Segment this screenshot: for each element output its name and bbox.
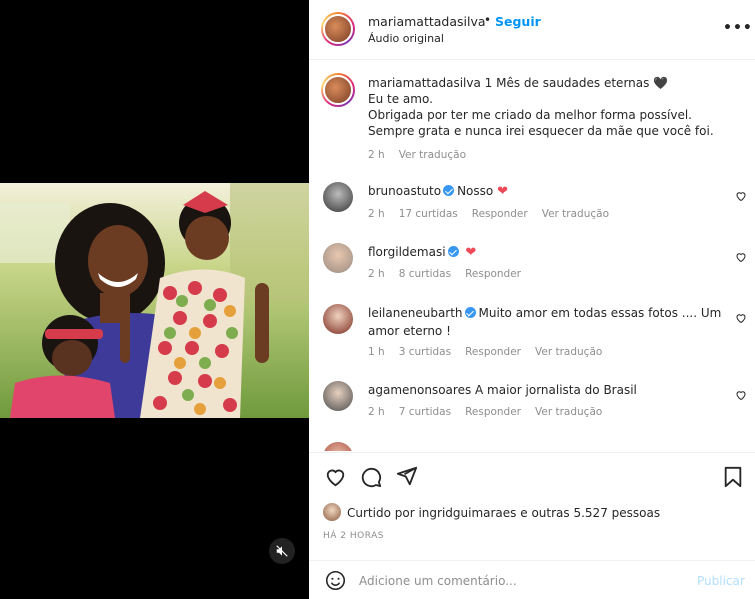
separator-dot: • (484, 13, 492, 27)
follow-button[interactable]: Seguir (495, 14, 541, 29)
commenter-avatar[interactable] (323, 442, 353, 451)
share-send-icon[interactable] (396, 465, 418, 487)
caption-line: Sempre grata e nunca irei esquecer da mã… (368, 124, 714, 138)
save-bookmark-icon[interactable] (723, 466, 743, 488)
commenter-avatar[interactable] (323, 182, 353, 212)
like-comment-heart-icon[interactable] (735, 389, 747, 401)
reply-button[interactable]: Responder (465, 406, 521, 418)
comment-time[interactable]: 2 h (368, 268, 385, 280)
comment-time[interactable]: 2 h (368, 406, 385, 418)
reply-button[interactable]: Responder (465, 346, 521, 358)
red-heart-icon: ❤ (465, 245, 477, 260)
caption-time[interactable]: 2 h (368, 149, 385, 161)
publish-button[interactable]: Publicar (697, 574, 745, 588)
caption-text: mariamattadasilva 1 Mês de saudades eter… (368, 75, 728, 163)
author-avatar[interactable] (321, 12, 355, 46)
add-comment-bar: Publicar (309, 560, 755, 599)
comment-meta: 2 h 8 curtidas Responder (368, 268, 535, 280)
verified-badge-icon (443, 185, 455, 196)
caption-meta: 2 h Ver tradução (368, 147, 728, 163)
likes-summary: Curtido por ingridguimaraes e outras 5.5… (323, 503, 660, 521)
comment-meta: 2 h 17 curtidas Responder Ver tradução (368, 208, 623, 220)
comment-bubble-icon[interactable] (360, 466, 382, 488)
comment-text: A maior jornalista do Brasil (475, 383, 637, 397)
liker-avatar[interactable] (323, 503, 341, 521)
comment-body: florgildemasi ❤ (368, 243, 728, 262)
reply-button[interactable]: Responder (472, 208, 528, 220)
verified-badge-icon (447, 246, 459, 257)
comment-body: leilaneneubarth Muito amor em todas essas… (368, 304, 728, 340)
emoji-icon[interactable] (325, 570, 346, 591)
comment-body: brunoastuto Nosso ❤ (368, 182, 728, 201)
reply-button[interactable]: Responder (465, 268, 521, 280)
caption-line: 1 Mês de saudades eternas 🖤 (484, 76, 669, 90)
more-options-icon[interactable]: ••• (723, 20, 753, 36)
comment-input[interactable] (359, 570, 689, 592)
caption-username[interactable]: mariamattadasilva (368, 76, 481, 90)
comment-username[interactable]: leilaneneubarth (368, 306, 463, 320)
comment-body: agamenonsoares A maior jornalista do Bra… (368, 381, 728, 399)
red-heart-icon: ❤ (497, 184, 508, 199)
comment-likes-count[interactable]: 17 curtidas (399, 208, 458, 220)
author-username[interactable]: mariamattadasilva (368, 14, 486, 29)
comment-text: Nosso (457, 184, 494, 198)
media-panel (0, 0, 309, 599)
comment-username[interactable]: agamenonsoares (368, 383, 471, 397)
audio-label[interactable]: Áudio original (368, 32, 444, 45)
see-translation-button[interactable]: Ver tradução (399, 149, 466, 161)
see-translation-button[interactable]: Ver tradução (535, 346, 602, 358)
comment-likes-count[interactable]: 7 curtidas (399, 406, 451, 418)
verified-badge-icon (464, 307, 476, 318)
comment-username[interactable]: florgildemasi (368, 245, 446, 259)
comment-meta: 2 h 7 curtidas Responder Ver tradução (368, 406, 616, 418)
like-comment-heart-icon[interactable] (735, 251, 747, 263)
caption-line: Obrigada por ter me criado da melhor for… (368, 108, 692, 122)
likes-connector: e (520, 506, 528, 520)
photo-illustration (0, 183, 309, 418)
comments-list[interactable]: mariamattadasilva 1 Mês de saudades eter… (309, 61, 755, 451)
post-timestamp[interactable]: HÁ 2 HORAS (323, 531, 384, 541)
like-comment-heart-icon[interactable] (735, 312, 747, 324)
comment-time[interactable]: 1 h (368, 346, 385, 358)
comment-meta: 1 h 3 curtidas Responder Ver tradução (368, 346, 616, 358)
post-side-panel: mariamattadasilva • Seguir Áudio origina… (309, 0, 755, 599)
post-actions: Curtido por ingridguimaraes e outras 5.5… (309, 452, 755, 552)
see-translation-button[interactable]: Ver tradução (542, 208, 609, 220)
comment-likes-count[interactable]: 8 curtidas (399, 268, 451, 280)
post-header: mariamattadasilva • Seguir Áudio origina… (309, 0, 755, 60)
likes-prefix: Curtido por (347, 506, 415, 520)
mute-button[interactable] (269, 538, 295, 564)
see-translation-button[interactable]: Ver tradução (535, 406, 602, 418)
muted-speaker-icon (276, 545, 288, 557)
commenter-avatar[interactable] (323, 381, 353, 411)
comment-text: Muito amor em todas essas fotos .... Um (478, 306, 722, 320)
comment-likes-count[interactable]: 3 curtidas (399, 346, 451, 358)
like-heart-icon[interactable] (324, 466, 347, 488)
commenter-avatar[interactable] (323, 243, 353, 273)
caption-avatar[interactable] (321, 73, 355, 107)
commenter-avatar[interactable] (323, 304, 353, 334)
comment-username[interactable]: brunoastuto (368, 184, 441, 198)
comment-text: amor eterno ! (368, 324, 451, 338)
liker-username[interactable]: ingridguimaraes (418, 506, 516, 520)
post-photo[interactable] (0, 183, 309, 418)
like-comment-heart-icon[interactable] (735, 190, 747, 202)
caption-line: Eu te amo. (368, 92, 433, 106)
likes-others-link[interactable]: outras 5.527 pessoas (531, 506, 660, 520)
comment-time[interactable]: 2 h (368, 208, 385, 220)
